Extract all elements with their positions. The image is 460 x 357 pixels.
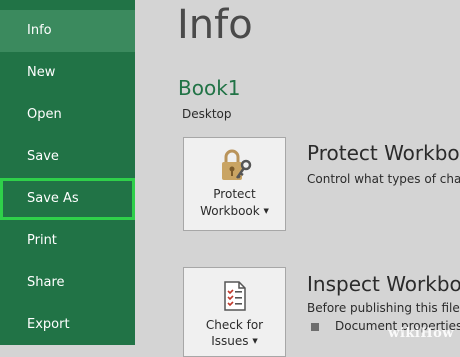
protect-section-description: Control what types of cha bbox=[307, 172, 460, 186]
protect-button-line2: Workbook ▼ bbox=[200, 204, 269, 218]
chevron-down-icon: ▼ bbox=[252, 337, 258, 345]
sidebar-item-info[interactable]: Info bbox=[0, 10, 135, 52]
page-title: Info bbox=[177, 2, 253, 48]
info-panel: Info Book1 Desktop Protect Workbook ▼ Pr… bbox=[135, 0, 460, 357]
protect-button-line1: Protect bbox=[213, 187, 256, 201]
check-for-issues-button[interactable]: Check for Issues ▼ bbox=[183, 267, 286, 357]
chevron-down-icon: ▼ bbox=[263, 207, 269, 215]
backstage-sidebar: Info New Open Save Save As Print Share E… bbox=[0, 0, 135, 345]
sidebar-item-share[interactable]: Share bbox=[0, 262, 135, 304]
workbook-location: Desktop bbox=[182, 107, 232, 121]
document-checklist-icon bbox=[224, 281, 246, 311]
sidebar-item-save[interactable]: Save bbox=[0, 136, 135, 178]
workbook-name: Book1 bbox=[178, 76, 241, 100]
inspect-section-title: Inspect Workboo bbox=[307, 272, 460, 296]
sidebar-item-open[interactable]: Open bbox=[0, 94, 135, 136]
sidebar-item-print[interactable]: Print bbox=[0, 220, 135, 262]
sidebar-item-new[interactable]: New bbox=[0, 52, 135, 94]
check-button-line1: Check for bbox=[205, 318, 264, 332]
lock-key-icon bbox=[222, 149, 252, 180]
check-button-line2: Issues ▼ bbox=[211, 334, 258, 348]
bullet-marker bbox=[311, 323, 319, 331]
sidebar-item-save-as[interactable]: Save As bbox=[0, 178, 135, 220]
watermark-logo: wikiHow bbox=[388, 326, 454, 341]
sidebar-item-export[interactable]: Export bbox=[0, 304, 135, 346]
inspect-section-description: Before publishing this file, bbox=[307, 301, 460, 315]
protect-section-title: Protect Workboo bbox=[307, 141, 460, 165]
protect-workbook-button[interactable]: Protect Workbook ▼ bbox=[183, 137, 286, 231]
